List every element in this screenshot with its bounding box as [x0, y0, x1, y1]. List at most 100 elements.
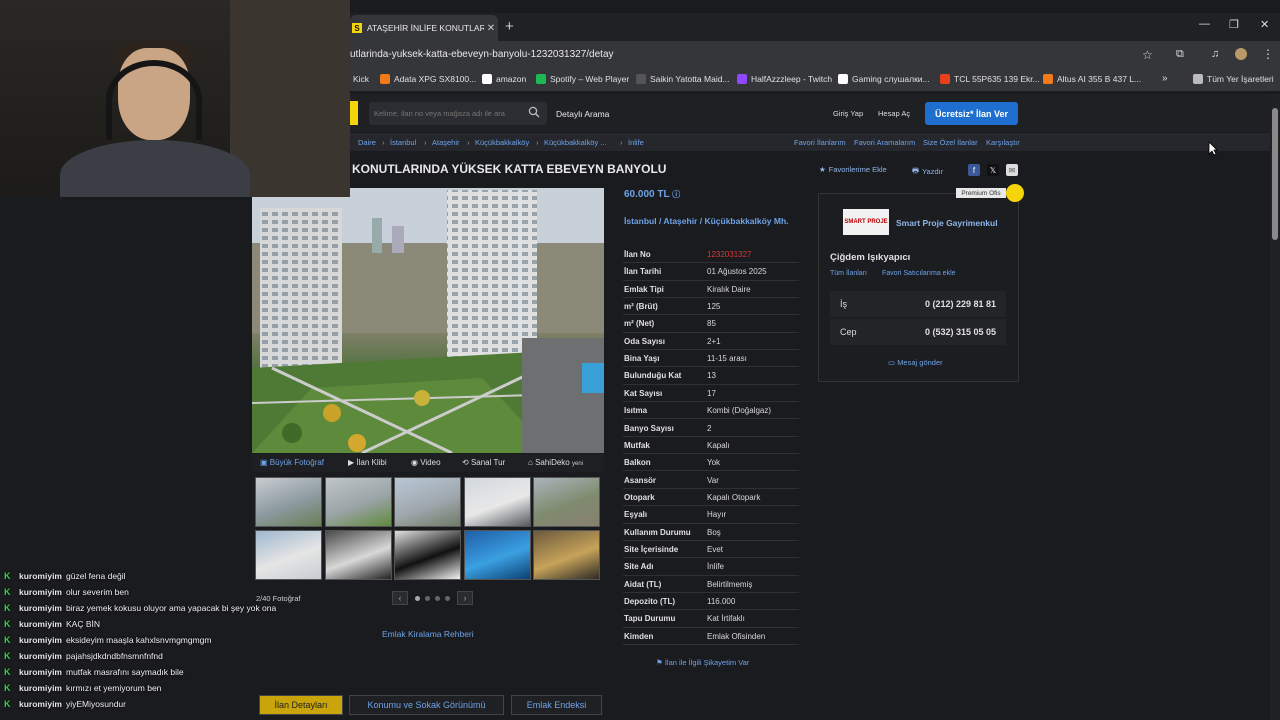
browser-tab[interactable]: S ATAŞEHİR İNLİFE KONUTLARINDA ✕ — [350, 15, 498, 41]
add-favorite-label: Favorilerime Ekle — [828, 165, 887, 174]
pager-dot[interactable] — [445, 596, 450, 601]
tab-listing-clip[interactable]: ▶ İlan Klibi — [348, 458, 387, 467]
detail-value: 2 — [707, 423, 712, 433]
photo-thumbnail[interactable] — [255, 530, 322, 580]
new-tab-button[interactable]: + — [505, 18, 514, 35]
tab-real-estate-index[interactable]: Emlak Endeksi — [511, 695, 602, 715]
tab-location-street[interactable]: Konumu ve Sokak Görünümü — [349, 695, 504, 715]
bookmark-favicon-icon — [1043, 74, 1053, 84]
print-button[interactable]: 🖶 Yazdır — [912, 165, 943, 178]
tab-sahideko[interactable]: ⌂ SahiDeko yeni — [528, 458, 583, 467]
add-favorite-seller-link[interactable]: Favori Satıcılarıma ekle — [882, 270, 956, 277]
photo-thumbnail[interactable] — [394, 530, 461, 580]
agent-logo[interactable]: SMART PROJE — [843, 209, 889, 235]
send-message-link[interactable]: ▭ Mesaj gönder — [888, 358, 943, 367]
bookmark-item[interactable]: amazon — [482, 74, 526, 84]
pager-dot[interactable] — [425, 596, 430, 601]
detail-value: Kiralık Daire — [707, 284, 751, 294]
detail-key: İlan No — [624, 250, 651, 259]
complaint-link[interactable]: ⚑ İlan ile İlgili Şikayetim Var — [656, 658, 749, 667]
bookmark-favicon-icon — [940, 74, 950, 84]
photo-thumbnail[interactable] — [394, 477, 461, 527]
breadcrumb-item[interactable]: İstanbul — [390, 138, 416, 147]
bookmark-item[interactable]: Saikin Yatotta Maid... — [636, 74, 730, 84]
bookmark-star-icon[interactable]: ☆ — [1142, 48, 1153, 62]
photo-thumbnail[interactable] — [463, 477, 531, 527]
photo-thumbnail[interactable] — [324, 530, 392, 580]
tab-virtual-tour[interactable]: ⟲ Sanal Tur — [462, 458, 505, 467]
more-bookmarks-icon[interactable]: » — [1162, 73, 1168, 84]
top-link[interactable]: Karşılaştır — [986, 138, 1020, 147]
scrollbar-thumb[interactable] — [1272, 108, 1278, 240]
photo-thumbnail[interactable] — [255, 477, 322, 527]
pager-dot[interactable] — [435, 596, 440, 601]
chat-username: kuromiyim — [19, 683, 62, 693]
add-favorite-button[interactable]: ★ Favorilerime Ekle — [819, 165, 887, 174]
detail-key: m² (Brüt) — [624, 302, 658, 312]
detailed-search-link[interactable]: Detaylı Arama — [556, 109, 609, 119]
detail-row: m² (Net) 85 — [623, 315, 799, 333]
bookmark-item[interactable]: Adata XPG SX8100... — [380, 74, 476, 84]
top-link[interactable]: Favori Aramalarım — [854, 138, 915, 147]
photo-thumbnail[interactable] — [533, 530, 600, 580]
search-input[interactable] — [374, 109, 524, 118]
photo-thumbnail[interactable] — [463, 530, 531, 580]
location-link[interactable]: İstanbul / Ataşehir / Küçükbakkalköy Mh. — [624, 216, 794, 227]
top-link[interactable]: Size Özel İlanlar — [923, 138, 978, 147]
tab-video[interactable]: ◉ Video — [411, 458, 441, 467]
media-control-icon[interactable]: ♫ — [1211, 48, 1219, 60]
photo-thumbnail[interactable] — [324, 477, 392, 527]
bookmark-item[interactable]: TCL 55P635 139 Ekr... — [940, 74, 1040, 84]
x-share-icon[interactable]: 𝕏 — [987, 164, 999, 176]
print-label: Yazdır — [922, 167, 944, 176]
breadcrumb-item[interactable]: Daire — [358, 138, 376, 147]
detail-row: Bina Yaşı 11-15 arası — [623, 350, 799, 368]
detail-key: Bina Yaşı — [624, 354, 660, 364]
all-listings-link[interactable]: Tüm İlanları — [830, 270, 867, 277]
facebook-share-icon[interactable]: f — [968, 164, 980, 176]
prev-photo-button[interactable]: ‹ — [392, 591, 408, 605]
bookmark-item[interactable]: HalfAzzzleep - Twitch — [737, 74, 832, 84]
agent-name[interactable]: Smart Proje Gayrimenkul — [896, 218, 998, 228]
bookmark-item[interactable]: Gaming слушалки... — [838, 74, 930, 84]
extensions-icon[interactable]: ⧉ — [1176, 48, 1184, 61]
email-share-icon[interactable]: ✉ — [1006, 164, 1018, 176]
post-ad-button[interactable]: Ücretsiz* İlan Ver — [925, 102, 1018, 125]
profile-avatar[interactable] — [1235, 48, 1247, 60]
breadcrumb-item[interactable]: Küçükbakkalköy ... — [544, 138, 607, 147]
main-photo[interactable] — [252, 188, 604, 453]
breadcrumb-item[interactable]: Küçükbakkalköy — [475, 138, 529, 147]
breadcrumb-item[interactable]: İnlife — [628, 138, 644, 147]
close-tab-icon[interactable]: ✕ — [484, 23, 498, 34]
photo-thumbnail[interactable] — [533, 477, 600, 527]
breadcrumb-item[interactable]: Ataşehir — [432, 138, 460, 147]
bookmark-item[interactable]: Tüm Yer İşaretleri — [1193, 74, 1274, 84]
tab-big-photo[interactable]: ▣ Büyük Fotoğraf — [260, 458, 324, 467]
restore-icon[interactable]: ❐ — [1229, 18, 1239, 31]
tab-listing-details[interactable]: İlan Detayları — [259, 695, 343, 715]
login-link[interactable]: Giriş Yap — [833, 109, 863, 118]
info-icon[interactable]: ⓘ — [672, 190, 680, 199]
bookmark-item[interactable]: Kick — [353, 74, 369, 84]
detail-row: Site İçerisinde Evet — [623, 541, 799, 559]
bookmark-item[interactable]: Altus AI 355 B 437 L... — [1043, 74, 1141, 84]
site-logo[interactable] — [350, 101, 358, 125]
breadcrumb-separator: › — [620, 138, 623, 147]
detail-row: Depozito (TL) 116.000 — [623, 593, 799, 611]
next-photo-button[interactable]: › — [457, 591, 473, 605]
url-text[interactable]: utlarinda-yuksek-katta-ebeveyn-banyolu-1… — [350, 49, 614, 60]
top-link[interactable]: Favori İlanlarım — [794, 138, 846, 147]
search-icon[interactable] — [528, 106, 540, 118]
detail-value: Yok — [707, 458, 721, 468]
chat-text: yiyEMiyosundur — [66, 699, 126, 709]
minimize-icon[interactable]: — — [1199, 18, 1210, 30]
signup-link[interactable]: Hesap Aç — [878, 109, 910, 118]
bookmark-item[interactable]: Spotify – Web Player — [536, 74, 629, 84]
detail-key: Isıtma — [624, 406, 648, 416]
pager-dot[interactable] — [415, 596, 420, 601]
close-window-icon[interactable]: ✕ — [1260, 18, 1269, 31]
kick-icon: K — [4, 603, 11, 613]
detail-key: Depozito (TL) — [624, 597, 676, 606]
menu-icon[interactable]: ⋮ — [1262, 47, 1274, 61]
rental-guide-link[interactable]: Emlak Kiralama Rehberi — [382, 629, 474, 639]
